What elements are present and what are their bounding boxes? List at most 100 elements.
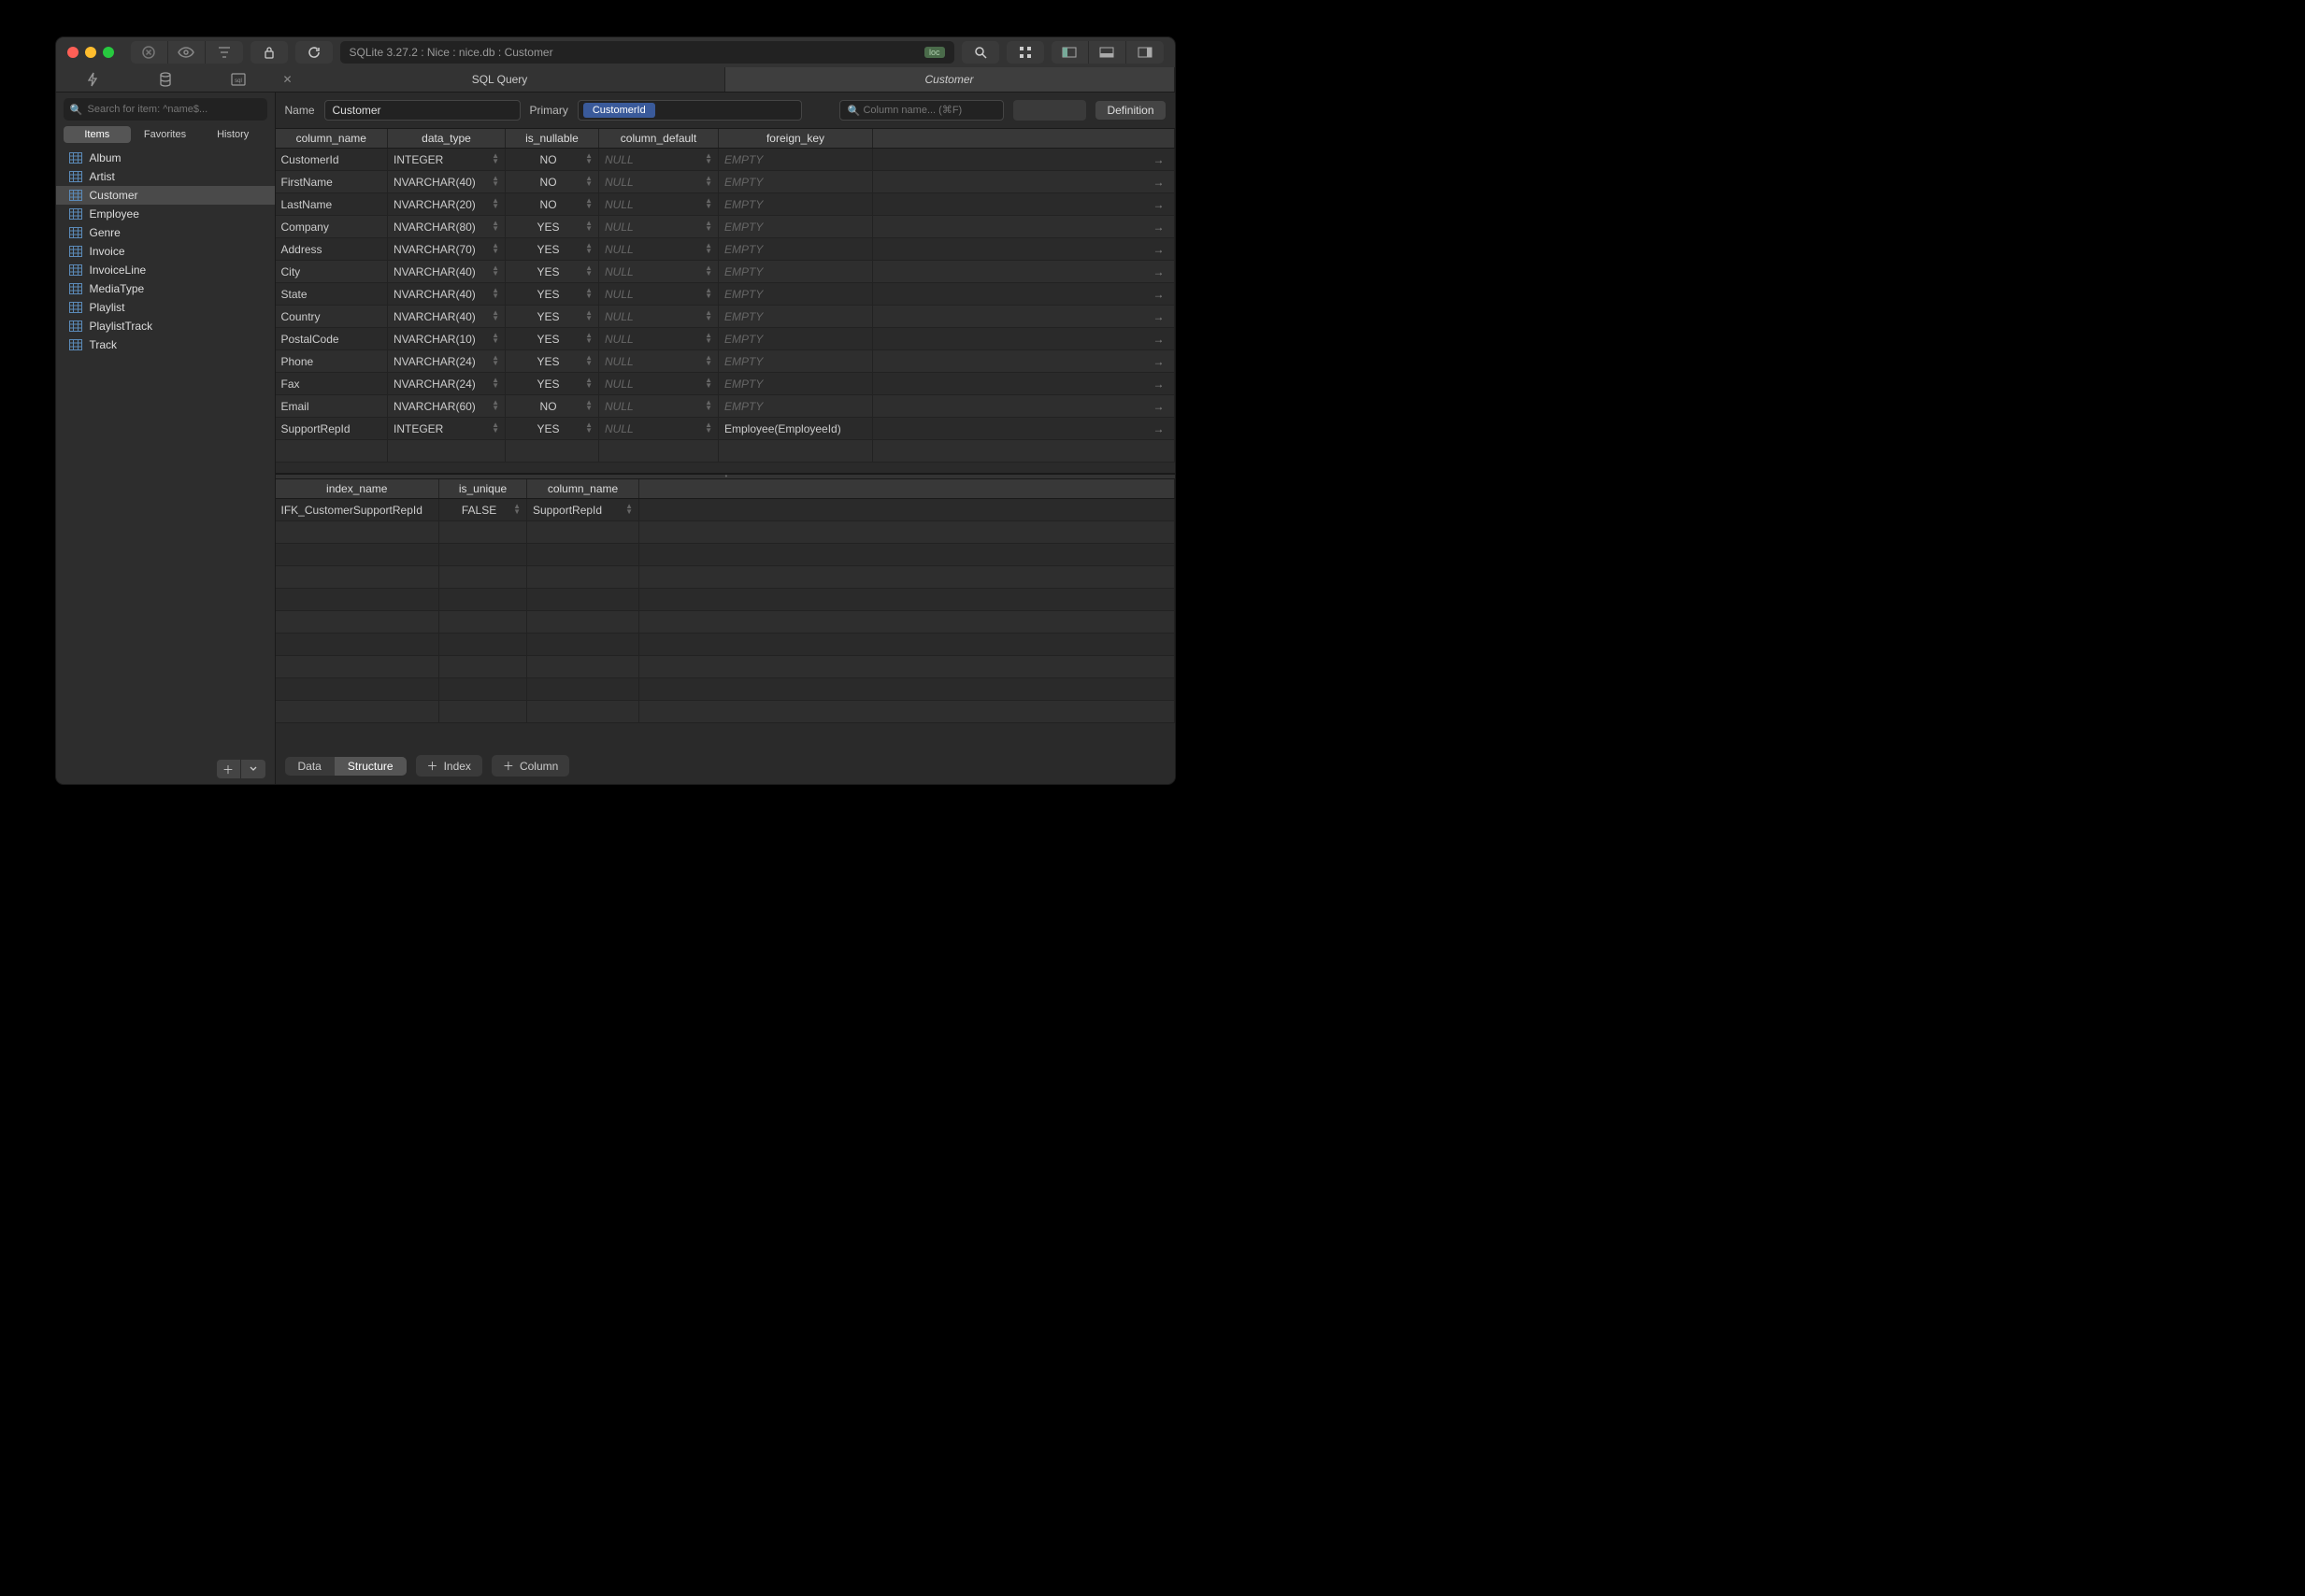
cell[interactable]: YES▲▼ <box>506 216 599 238</box>
cell[interactable]: Phone <box>276 350 388 373</box>
bolt-icon[interactable] <box>83 70 102 89</box>
sidebar-item-album[interactable]: Album <box>56 149 275 167</box>
seg-items[interactable]: Items <box>64 126 132 143</box>
cell[interactable]: EMPTY <box>719 328 873 350</box>
sql-icon[interactable]: sql <box>229 70 248 89</box>
table-row[interactable]: AddressNVARCHAR(70)▲▼YES▲▼NULL▲▼EMPTY→ <box>276 238 1175 261</box>
cell[interactable]: NULL▲▼ <box>599 350 719 373</box>
cell[interactable]: Employee(EmployeeId) <box>719 418 873 440</box>
sidebar-item-genre[interactable]: Genre <box>56 223 275 242</box>
cell[interactable]: NULL▲▼ <box>599 238 719 261</box>
table-row[interactable]: IFK_CustomerSupportRepIdFALSE▲▼SupportRe… <box>276 499 1175 521</box>
structure-tab[interactable]: Structure <box>335 757 407 776</box>
cell[interactable]: CustomerId <box>276 149 388 171</box>
cell[interactable]: NVARCHAR(24)▲▼ <box>388 373 506 395</box>
index-header-index_name[interactable]: index_name <box>276 479 439 499</box>
cell[interactable]: NO▲▼ <box>506 149 599 171</box>
column-search-input[interactable] <box>839 100 1004 121</box>
cell[interactable]: YES▲▼ <box>506 373 599 395</box>
cell[interactable]: YES▲▼ <box>506 328 599 350</box>
database-icon[interactable] <box>156 70 175 89</box>
cell[interactable]: NULL▲▼ <box>599 395 719 418</box>
arrow-icon[interactable]: → <box>873 238 1175 261</box>
sidebar-item-employee[interactable]: Employee <box>56 205 275 223</box>
cell[interactable]: INTEGER▲▼ <box>388 149 506 171</box>
cell[interactable]: NULL▲▼ <box>599 283 719 306</box>
cell[interactable]: YES▲▼ <box>506 283 599 306</box>
cell[interactable]: NULL▲▼ <box>599 149 719 171</box>
lock-icon[interactable] <box>251 41 288 64</box>
cancel-icon[interactable] <box>131 41 168 64</box>
refresh-icon[interactable] <box>295 41 333 64</box>
zoom-window-button[interactable] <box>103 47 114 58</box>
cell[interactable]: NO▲▼ <box>506 395 599 418</box>
table-name-input[interactable] <box>324 100 521 121</box>
cell[interactable]: NULL▲▼ <box>599 373 719 395</box>
arrow-icon[interactable]: → <box>873 328 1175 350</box>
cell[interactable]: Country <box>276 306 388 328</box>
arrow-icon[interactable]: → <box>873 261 1175 283</box>
cell[interactable]: EMPTY <box>719 193 873 216</box>
cell[interactable]: SupportRepId▲▼ <box>527 499 639 521</box>
cell[interactable]: NULL▲▼ <box>599 306 719 328</box>
arrow-icon[interactable]: → <box>873 283 1175 306</box>
arrow-icon[interactable]: → <box>873 193 1175 216</box>
cell[interactable]: NVARCHAR(20)▲▼ <box>388 193 506 216</box>
table-row[interactable]: FirstNameNVARCHAR(40)▲▼NO▲▼NULL▲▼EMPTY→ <box>276 171 1175 193</box>
sidebar-item-track[interactable]: Track <box>56 335 275 354</box>
table-row[interactable]: SupportRepIdINTEGER▲▼YES▲▼NULL▲▼Employee… <box>276 418 1175 440</box>
sidebar-item-artist[interactable]: Artist <box>56 167 275 186</box>
arrow-icon[interactable]: → <box>873 350 1175 373</box>
cell[interactable]: EMPTY <box>719 238 873 261</box>
tab-sql-query[interactable]: ✕SQL Query <box>276 67 725 92</box>
cell[interactable]: FALSE▲▼ <box>439 499 527 521</box>
cell[interactable]: Company <box>276 216 388 238</box>
sidebar-item-invoice[interactable]: Invoice <box>56 242 275 261</box>
cell[interactable]: NVARCHAR(40)▲▼ <box>388 283 506 306</box>
cell[interactable]: SupportRepId <box>276 418 388 440</box>
definition-button[interactable]: Definition <box>1095 101 1165 120</box>
grid-icon[interactable] <box>1007 41 1044 64</box>
cell[interactable]: NVARCHAR(24)▲▼ <box>388 350 506 373</box>
cell[interactable]: EMPTY <box>719 149 873 171</box>
table-row[interactable]: CompanyNVARCHAR(80)▲▼YES▲▼NULL▲▼EMPTY→ <box>276 216 1175 238</box>
cell[interactable]: NVARCHAR(80)▲▼ <box>388 216 506 238</box>
cell[interactable]: EMPTY <box>719 350 873 373</box>
layout-left-icon[interactable] <box>1052 41 1089 64</box>
tab-customer[interactable]: Customer <box>725 67 1175 92</box>
cell[interactable]: IFK_CustomerSupportRepId <box>276 499 439 521</box>
column-header-column_default[interactable]: column_default <box>599 129 719 149</box>
table-row[interactable]: PhoneNVARCHAR(24)▲▼YES▲▼NULL▲▼EMPTY→ <box>276 350 1175 373</box>
cell[interactable]: YES▲▼ <box>506 350 599 373</box>
add-column-button[interactable]: ＋Column <box>492 755 569 777</box>
cell[interactable]: Address <box>276 238 388 261</box>
cell[interactable]: EMPTY <box>719 261 873 283</box>
dropdown-button[interactable] <box>241 760 265 778</box>
arrow-icon[interactable]: → <box>873 395 1175 418</box>
column-header-data_type[interactable]: data_type <box>388 129 506 149</box>
search-icon[interactable] <box>962 41 999 64</box>
cell[interactable]: EMPTY <box>719 306 873 328</box>
cell[interactable]: NVARCHAR(40)▲▼ <box>388 306 506 328</box>
sidebar-item-playlisttrack[interactable]: PlaylistTrack <box>56 317 275 335</box>
table-row[interactable]: PostalCodeNVARCHAR(10)▲▼YES▲▼NULL▲▼EMPTY… <box>276 328 1175 350</box>
cell[interactable]: NVARCHAR(10)▲▼ <box>388 328 506 350</box>
arrow-icon[interactable]: → <box>873 418 1175 440</box>
add-index-button[interactable]: ＋Index <box>416 755 482 777</box>
cell[interactable]: NVARCHAR(40)▲▼ <box>388 261 506 283</box>
cell[interactable]: FirstName <box>276 171 388 193</box>
cell[interactable]: YES▲▼ <box>506 238 599 261</box>
cell[interactable]: NULL▲▼ <box>599 216 719 238</box>
column-header-column_name[interactable]: column_name <box>276 129 388 149</box>
table-row[interactable]: EmailNVARCHAR(60)▲▼NO▲▼NULL▲▼EMPTY→ <box>276 395 1175 418</box>
cell[interactable]: YES▲▼ <box>506 261 599 283</box>
close-window-button[interactable] <box>67 47 79 58</box>
sidebar-item-mediatype[interactable]: MediaType <box>56 279 275 298</box>
cell[interactable]: State <box>276 283 388 306</box>
table-row[interactable]: StateNVARCHAR(40)▲▼YES▲▼NULL▲▼EMPTY→ <box>276 283 1175 306</box>
cell[interactable]: NULL▲▼ <box>599 193 719 216</box>
table-row[interactable]: CustomerIdINTEGER▲▼NO▲▼NULL▲▼EMPTY→ <box>276 149 1175 171</box>
add-button[interactable]: ＋ <box>217 760 241 778</box>
close-icon[interactable]: ✕ <box>283 73 293 86</box>
table-row[interactable]: CityNVARCHAR(40)▲▼YES▲▼NULL▲▼EMPTY→ <box>276 261 1175 283</box>
